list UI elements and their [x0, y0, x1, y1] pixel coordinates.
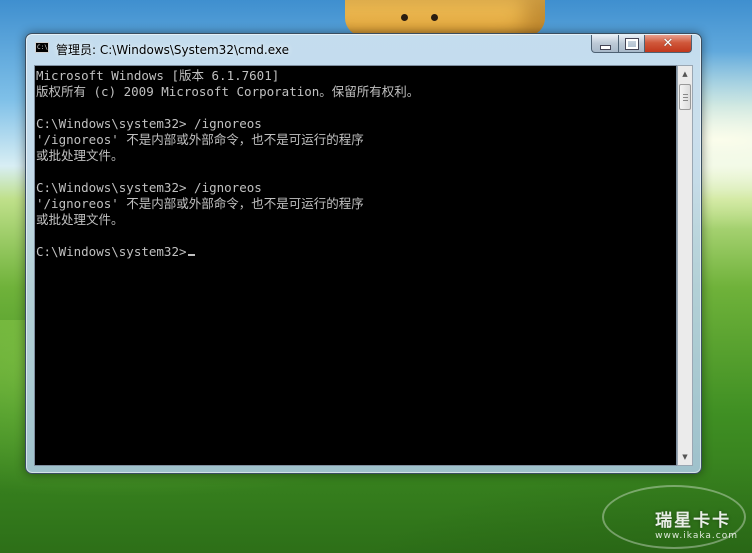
- maximize-icon: [624, 37, 639, 50]
- scroll-thumb[interactable]: [679, 84, 691, 110]
- watermark-ring: [602, 485, 746, 549]
- console-line: C:\Windows\system32> /ignoreos: [36, 180, 262, 195]
- console-line: 版权所有 (c) 2009 Microsoft Corporation。保留所有…: [36, 84, 420, 99]
- cmd-icon[interactable]: C:\: [35, 42, 49, 53]
- console-output[interactable]: Microsoft Windows [版本 6.1.7601] 版权所有 (c)…: [34, 65, 677, 466]
- close-button[interactable]: ✕: [644, 35, 692, 53]
- close-icon: ✕: [662, 36, 674, 51]
- watermark: 瑞星卡卡 www.ikaka.com: [602, 485, 746, 549]
- grip-line: [683, 97, 688, 98]
- scroll-up-button[interactable]: ▲: [678, 66, 692, 82]
- console-line: C:\Windows\system32> /ignoreos: [36, 116, 262, 131]
- figure-eye-right: [431, 14, 438, 21]
- console-prompt-line[interactable]: C:\Windows\system32>: [36, 244, 419, 260]
- console-line: '/ignoreos' 不是内部或外部命令，也不是可运行的程序: [36, 132, 364, 147]
- arrow-up-icon: ▲: [682, 70, 688, 78]
- minimize-icon: [599, 44, 611, 50]
- console-prompt: C:\Windows\system32>: [36, 244, 187, 259]
- window-title: 管理员: C:\Windows\System32\cmd.exe: [56, 43, 289, 57]
- arrow-down-icon: ▼: [682, 453, 688, 461]
- wallpaper-figure: [345, 0, 545, 36]
- console-line: '/ignoreos' 不是内部或外部命令，也不是可运行的程序: [36, 196, 364, 211]
- maximize-button[interactable]: [618, 35, 645, 53]
- vertical-scrollbar[interactable]: ▲ ▼: [677, 65, 693, 466]
- cmd-window[interactable]: C:\ 管理员: C:\Windows\System32\cmd.exe ✕ M…: [25, 33, 702, 474]
- console-line: Microsoft Windows [版本 6.1.7601]: [36, 68, 280, 83]
- console-line: 或批处理文件。: [36, 148, 124, 163]
- grip-line: [683, 100, 688, 101]
- cmd-icon-text: C:\: [37, 44, 48, 51]
- figure-eye-left: [401, 14, 408, 21]
- console-line: 或批处理文件。: [36, 212, 124, 227]
- title-bar[interactable]: C:\ 管理员: C:\Windows\System32\cmd.exe ✕: [26, 34, 701, 62]
- text-cursor: [187, 254, 195, 256]
- console-lines: Microsoft Windows [版本 6.1.7601] 版权所有 (c)…: [36, 68, 419, 260]
- minimize-button[interactable]: [591, 35, 619, 53]
- grip-line: [683, 94, 688, 95]
- scroll-down-button[interactable]: ▼: [678, 449, 692, 465]
